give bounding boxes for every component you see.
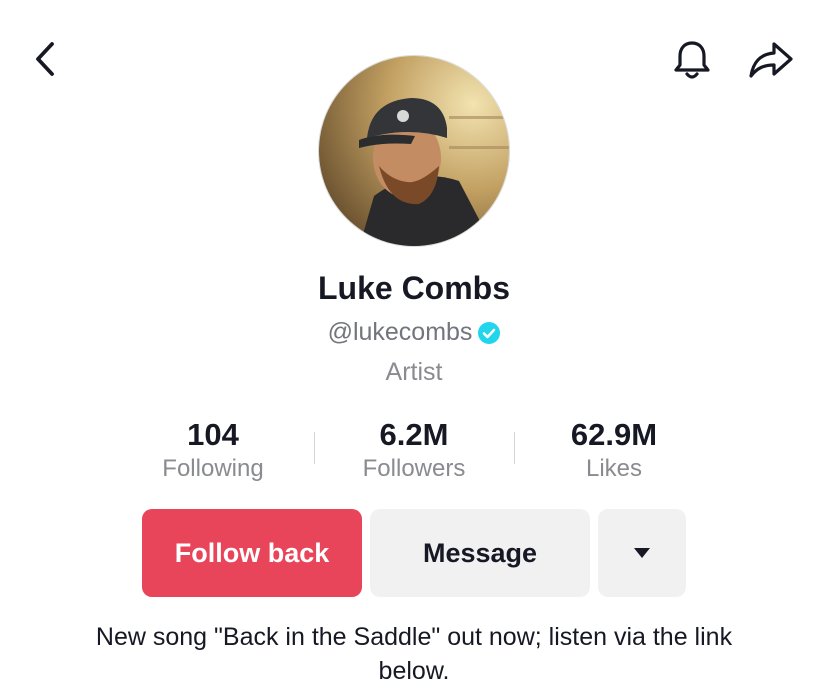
stat-followers[interactable]: 6.2M Followers: [314, 417, 514, 483]
bell-icon: [674, 41, 710, 79]
profile-name: Luke Combs: [317, 270, 511, 306]
follow-back-button[interactable]: Follow back: [142, 509, 362, 597]
share-arrow-icon: [749, 42, 793, 78]
profile-handle: @lukecombs: [327, 318, 473, 346]
avatar[interactable]: [318, 55, 510, 247]
verified-badge-icon: [478, 321, 501, 344]
caret-down-icon: [634, 548, 650, 558]
profile-bio: New song "Back in the Saddle" out now; l…: [95, 623, 733, 685]
handle-row: @lukecombs: [0, 318, 828, 347]
stat-following[interactable]: 104 Following: [113, 417, 313, 483]
profile-photo: [319, 56, 509, 246]
stat-value: 62.9M: [570, 417, 658, 452]
stat-label: Followers: [362, 455, 466, 482]
profile-category: Artist: [385, 358, 443, 386]
back-button[interactable]: [26, 38, 64, 80]
stat-label: Following: [162, 455, 264, 482]
notification-bell-button[interactable]: [668, 36, 716, 84]
more-options-button[interactable]: [598, 509, 686, 597]
stat-value: 104: [187, 417, 239, 452]
stat-value: 6.2M: [379, 417, 449, 452]
share-button[interactable]: [744, 36, 798, 84]
chevron-left-icon: [36, 42, 54, 76]
stat-label: Likes: [585, 455, 643, 482]
message-button[interactable]: Message: [370, 509, 590, 597]
stat-likes[interactable]: 62.9M Likes: [514, 417, 714, 483]
